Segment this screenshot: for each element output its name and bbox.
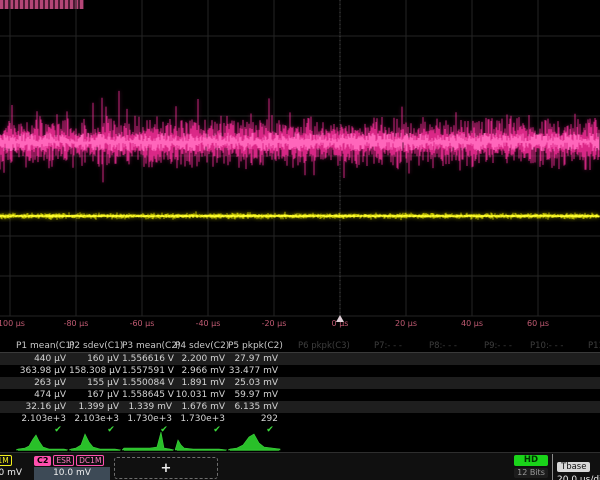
measure-row-mean: 363.98 µV158.308 µV1.557591 V2.966 mV33.… [0, 365, 600, 377]
measure-cell: 10.031 mV [175, 389, 228, 401]
measure-cell: 363.98 µV [16, 365, 69, 377]
measure-cell: 1.550084 V [122, 377, 175, 389]
time-axis-label: 40 µs [461, 318, 483, 330]
channel-c1-coupling: DC1M [0, 455, 12, 466]
measure-cell: 1.558645 V [122, 389, 175, 401]
trigger-position-marker[interactable] [336, 315, 344, 322]
measure-cell: 155 µV [69, 377, 122, 389]
measure-cell: 263 µV [16, 377, 69, 389]
waveform-display [0, 0, 600, 332]
hd-bits-label: 12 Bits [514, 468, 548, 478]
measure-row-num: 2.103e+32.103e+31.730e+31.730e+3292 [0, 413, 600, 425]
hd-mode-indicator[interactable]: HD 12 Bits [514, 455, 548, 478]
measure-cell: 167 µV [69, 389, 122, 401]
measure-header-inactive[interactable]: P7:- - - [374, 340, 402, 352]
measure-header-p5[interactable]: P5 pkpk(C2) [228, 340, 281, 352]
measure-header-inactive[interactable]: P10:- - - [530, 340, 563, 352]
measure-cell: 1.557591 V [122, 365, 175, 377]
measure-cell: 2.103e+3 [69, 413, 122, 425]
timebase-descriptor[interactable]: Tbase 20.0 µs/div [552, 454, 600, 480]
measure-cell: 1.556616 V [122, 353, 175, 365]
measure-cell: 1.730e+3 [122, 413, 175, 425]
measure-cell: 2.966 mV [175, 365, 228, 377]
hd-badge: HD [514, 455, 548, 466]
time-axis-label: 60 µs [527, 318, 549, 330]
measure-cell: 474 µV [16, 389, 69, 401]
channel-descriptor-c1[interactable]: C1 DC1M 10.0 mV [0, 454, 28, 480]
measure-row-min: 263 µV155 µV1.550084 V1.891 mV25.03 mV [0, 377, 600, 389]
time-axis-label: -20 µs [262, 318, 287, 330]
measure-cell: 1.891 mV [175, 377, 228, 389]
plus-icon: + [161, 462, 172, 475]
measure-cell: 59.97 mV [228, 389, 281, 401]
measure-cell: 1.676 mV [175, 401, 228, 413]
time-axis-label: -100 µs [0, 318, 25, 330]
time-axis: -100 µs-80 µs-60 µs-40 µs-20 µs0 µs20 µs… [0, 318, 600, 330]
channel-c2-scale: 10.0 mV [34, 467, 110, 480]
measure-cell: 158.308 µV [69, 365, 122, 377]
bottom-toolbar: C1 DC1M 10.0 mV C2 ESR DC1M 10.0 mV + HD… [0, 452, 600, 480]
measure-header-p2[interactable]: P2 sdev(C1) [69, 340, 122, 352]
measure-cell: 1.730e+3 [175, 413, 228, 425]
measure-row-max: 474 µV167 µV1.558645 V10.031 mV59.97 mV [0, 389, 600, 401]
measure-cell: 1.399 µV [69, 401, 122, 413]
measure-cell: 160 µV [69, 353, 122, 365]
measure-cell: 33.477 mV [228, 365, 281, 377]
measure-cell: 2.200 mV [175, 353, 228, 365]
time-axis-label: -80 µs [64, 318, 89, 330]
channel-c2-label: C2 [34, 456, 51, 466]
measure-cell: 25.03 mV [228, 377, 281, 389]
time-axis-label: 20 µs [395, 318, 417, 330]
measure-header-p3[interactable]: P3 mean(C2) [122, 340, 175, 352]
measure-row-value: 440 µV160 µV1.556616 V2.200 mV27.97 mV [0, 353, 600, 365]
measure-header-row: P1 mean(C1)P2 sdev(C1)P3 mean(C2)P4 sdev… [0, 340, 600, 353]
measure-header-inactive[interactable]: P9:- - - [484, 340, 512, 352]
add-trace-button[interactable]: + [114, 457, 218, 479]
channel-c2-flag: ESR [53, 455, 74, 466]
measure-cell: 1.339 mV [122, 401, 175, 413]
measure-cell: 2.103e+3 [16, 413, 69, 425]
measure-row-sdev: 32.16 µV1.399 µV1.339 mV1.676 mV6.135 mV [0, 401, 600, 413]
measure-header-inactive[interactable]: P8:- - - [429, 340, 457, 352]
measure-cell: 292 [228, 413, 281, 425]
time-axis-label: -40 µs [196, 318, 221, 330]
time-axis-label: -60 µs [130, 318, 155, 330]
channel-c1-scale: 10.0 mV [0, 467, 28, 480]
measurement-table: P1 mean(C1)P2 sdev(C1)P3 mean(C2)P4 sdev… [0, 340, 600, 430]
tbase-label: Tbase [557, 462, 590, 472]
measurement-histicons [0, 429, 600, 452]
tbase-value: 20.0 µs/div [557, 475, 600, 480]
measure-cell: 32.16 µV [16, 401, 69, 413]
measure-header-p1[interactable]: P1 mean(C1) [16, 340, 69, 352]
oscilloscope-screen: -100 µs-80 µs-60 µs-40 µs-20 µs0 µs20 µs… [0, 0, 600, 480]
channel-descriptor-c2[interactable]: C2 ESR DC1M 10.0 mV [34, 454, 110, 480]
measure-header-p4[interactable]: P4 sdev(C2) [175, 340, 228, 352]
channel-c2-coupling: DC1M [76, 455, 104, 466]
measure-header-inactive[interactable]: P11:- - - [588, 340, 600, 352]
measure-header-inactive[interactable]: P6 pkpk(C3) [298, 340, 350, 352]
measure-cell: 27.97 mV [228, 353, 281, 365]
measure-cell: 440 µV [16, 353, 69, 365]
measure-cell: 6.135 mV [228, 401, 281, 413]
